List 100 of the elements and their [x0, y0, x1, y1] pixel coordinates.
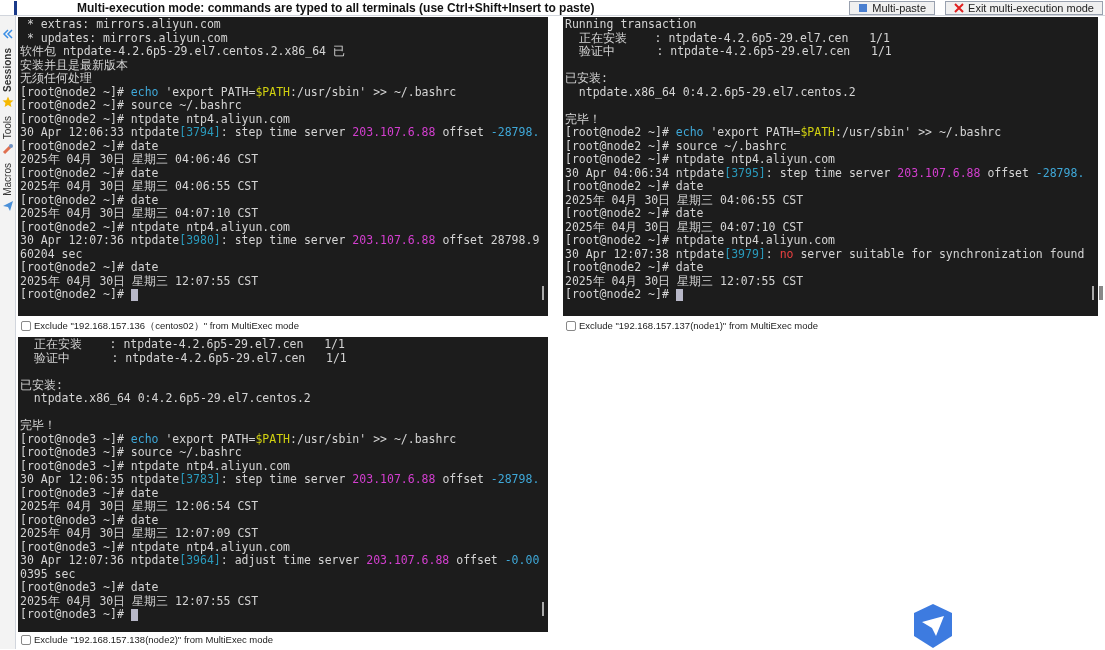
highlighted-text: -28798. [490, 126, 540, 140]
highlighted-text: echo [130, 432, 159, 446]
terminal-text: [root@node3 ~]# [20, 608, 125, 622]
scrollbar-thumb[interactable] [1092, 286, 1094, 300]
terminal-pane[interactable] [563, 17, 1098, 316]
collapse-icon[interactable] [1, 28, 14, 40]
terminal-text: [root@node2 ~]# ntpdate ntp4.aliyun.com [565, 153, 836, 167]
scrollbar-thumb[interactable] [542, 602, 544, 616]
terminal-text: [root@node2 ~]# [565, 288, 670, 302]
terminal-text: 验证中 : ntpdate-4.2.6p5-29.el7.cen 1/1 [577, 45, 892, 59]
checkbox[interactable] [566, 321, 576, 331]
terminal-text: 0395 sec [20, 567, 76, 581]
terminal-text: [root@node3 ~]# date [20, 581, 159, 595]
terminal-text: [root@node3 ~]# ntpdate ntp4.aliyun.com [20, 540, 291, 554]
terminal-text: [root@node2 ~]# date [565, 207, 704, 221]
send-icon [1, 200, 14, 213]
terminal-text: [root@node2 ~]# ntpdate ntp4.aliyun.com [20, 112, 291, 126]
highlighted-text: echo [675, 126, 704, 140]
terminal-pane[interactable] [18, 17, 548, 316]
terminal-text: 30 Apr 12:06:35 ntpdate [20, 473, 180, 487]
highlighted-text: [3795] [724, 166, 766, 180]
terminal-text: * updates: mirrors.aliyun.com [25, 31, 228, 45]
terminal-text: [root@node2 ~]# date [565, 180, 704, 194]
terminal-text: 2025年 04月 30日 星期三 12:06:54 CST [20, 500, 259, 514]
terminal-text: [root@node2 ~]# [20, 288, 125, 302]
terminal-text: offset [441, 126, 485, 140]
terminal-text: : step time server [220, 473, 347, 487]
highlighted-text: 203.107.6.88 [352, 473, 436, 487]
terminal-text: 2025年 04月 30日 星期三 12:07:55 CST [20, 594, 259, 608]
terminal-text: [root@node3 ~]# source ~/.bashrc [20, 446, 242, 460]
terminal-text: 正在安装 : ntpdate-4.2.6p5-29.el7.cen 1/1 [578, 31, 890, 45]
highlighted-text: $PATH [255, 85, 291, 99]
sidebar-tab[interactable]: Macros [1, 163, 14, 197]
terminal-text: [root@node2 ~]# date [20, 193, 159, 207]
highlighted-text: 203.107.6.88 [352, 234, 436, 248]
highlighted-text: [3783] [179, 473, 221, 487]
highlighted-text: -28798. [490, 473, 540, 487]
checkbox[interactable] [21, 635, 31, 645]
terminal-text: 完毕！ [20, 419, 56, 433]
checkbox-label: Exclude "192.168.157.137(node1)" from MultiExec mode [579, 318, 819, 333]
terminal-text: 30 Apr 04:06:34 ntpdate [565, 166, 725, 180]
terminal-pane[interactable] [18, 337, 548, 632]
terminal-text: [root@node3 ~]# date [20, 486, 159, 500]
tools-icon [1, 143, 14, 156]
terminal-text: 2025年 04月 30日 星期三 12:07:55 CST [565, 274, 804, 288]
highlighted-text: 203.107.6.88 [352, 126, 436, 140]
checkbox[interactable] [21, 321, 31, 331]
highlighted-text: 203.107.6.88 [366, 554, 450, 568]
highlighted-text: $PATH [255, 432, 291, 446]
terminal-text: [root@node2 ~]# ntpdate ntp4.aliyun.com [20, 220, 291, 234]
terminal-text: [root@node3 ~]# [20, 432, 125, 446]
multi-paste-button[interactable]: Multi-paste [849, 0, 936, 15]
highlighted-text: no [779, 247, 794, 261]
terminal-text: 已安装: [20, 378, 63, 392]
terminal-text: [root@node3 ~]# date [20, 513, 159, 527]
terminal-text: 2025年 04月 30日 星期三 04:07:10 CST [20, 207, 259, 221]
terminal-text: :/usr/sbin' >> ~/.bashrc [290, 432, 457, 446]
scrollbar-thumb[interactable] [542, 286, 544, 300]
terminal-text: [root@node2 ~]# [565, 126, 670, 140]
terminal-text: 'export PATH= [709, 126, 801, 140]
terminal-text: 'export PATH= [164, 85, 256, 99]
terminal-text: Running transaction [565, 18, 697, 31]
terminal-text: 已安装: [565, 72, 608, 86]
sidebar-tab[interactable]: Sessions [1, 48, 14, 92]
terminal-text: [root@node3 ~]# ntpdate ntp4.aliyun.com [20, 459, 291, 473]
sidebar-tab[interactable]: Tools [1, 115, 14, 140]
terminal-text: 30 Apr 12:07:38 ntpdate [565, 247, 725, 261]
terminal-text: 验证中 : ntpdate-4.2.6p5-29.el7.cen 1/1 [32, 351, 347, 365]
terminal-text: ntpdate.x86_64 0:4.2.6p5-29.el7.centos.2 [577, 85, 856, 99]
highlighted-text: [3980] [179, 234, 221, 248]
terminal-text: 无须任何处理 [20, 72, 92, 86]
clipboard-icon [858, 2, 869, 13]
highlighted-text: -0.00 [504, 554, 540, 568]
terminal-text: : step time server [220, 126, 347, 140]
highlighted-text: 203.107.6.88 [897, 166, 981, 180]
terminal-text: [root@node2 ~]# date [20, 261, 159, 275]
highlighted-text: [3979] [724, 247, 766, 261]
terminal-text: 2025年 04月 30日 星期三 04:07:10 CST [565, 220, 804, 234]
scrollbar-thumb[interactable] [1099, 286, 1103, 300]
terminal-text: 2025年 04月 30日 星期三 04:06:46 CST [20, 153, 259, 167]
terminal-text: : step time server [765, 166, 892, 180]
terminal-text: 完毕！ [565, 112, 601, 126]
highlighted-text: -28798. [1035, 166, 1085, 180]
terminal-text: offset 28798.9 [441, 234, 540, 248]
accent-bar [14, 0, 17, 15]
terminal-text: : [765, 247, 773, 261]
highlighted-text: $PATH [800, 126, 836, 140]
terminal-text: [root@node2 ~]# [20, 85, 125, 99]
highlighted-text: [3964] [179, 554, 221, 568]
close-icon [954, 2, 965, 13]
exit-mode-button[interactable]: Exit multi-execution mode [945, 0, 1103, 15]
terminal-text: :/usr/sbin' >> ~/.bashrc [835, 126, 1002, 140]
terminal-text: : step time server [220, 234, 347, 248]
terminal-text: 'export PATH= [164, 432, 256, 446]
star-icon [1, 95, 14, 108]
terminal-text: ntpdate.x86_64 0:4.2.6p5-29.el7.centos.2 [32, 392, 311, 406]
terminal-text: server suitable for synchronization found [800, 247, 1085, 261]
terminal-text: [root@node2 ~]# date [20, 166, 159, 180]
terminal-text: offset [986, 166, 1030, 180]
terminal-text: [root@node2 ~]# source ~/.bashrc [565, 139, 787, 153]
